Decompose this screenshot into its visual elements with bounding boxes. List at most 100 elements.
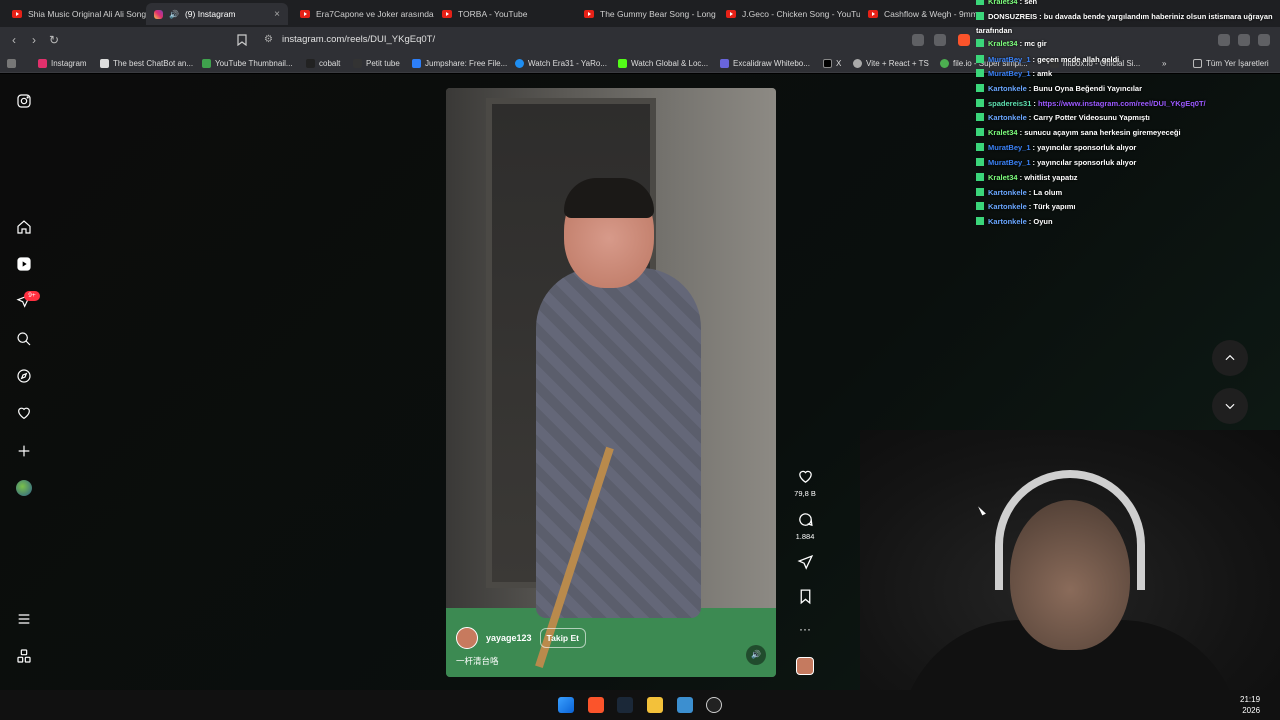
bookmark-youtube-thumbnail[interactable]: YouTube Thumbnail... [202,57,293,69]
more-menu-icon[interactable] [15,610,33,628]
save-button[interactable] [792,588,818,605]
chat-username[interactable]: Kralet34 [988,0,1018,6]
bookmark-page-button[interactable] [234,32,250,48]
previous-reel-button[interactable] [1212,340,1248,376]
reels-icon[interactable] [15,255,33,273]
share-icon[interactable] [934,34,946,46]
bookmark-vite[interactable]: Vite + React + TS [853,57,929,69]
speaker-icon: 🔊 [169,9,179,19]
chat-username[interactable]: Kartonkele [988,188,1027,197]
chat-username[interactable]: MuratBey_1 [988,143,1031,152]
reel-video[interactable]: yayage123 Takip Et 一杆清台咯 🔊 [446,88,776,677]
chat-text: yayıncılar sponsorluk alıyor [1037,143,1137,152]
back-button[interactable]: ‹ [6,32,22,48]
author-avatar[interactable] [456,627,478,649]
chat-username[interactable]: Kralet34 [988,39,1018,48]
bookmark-cobalt[interactable]: cobalt [306,57,340,69]
chat-link[interactable]: https://www.instagram.com/reel/DUI_YKgEq… [1038,99,1206,108]
cast-icon[interactable] [912,34,924,46]
clock-time: 21:19 [1240,695,1261,704]
video-subject [536,178,706,618]
home-icon[interactable] [15,218,33,236]
chat-badge-icon [976,0,984,5]
bookmark-petit-tube[interactable]: Petit tube [353,57,400,69]
chat-message: Kralet34: sen [976,0,1276,9]
chat-message: MuratBey_1: geçen mcde allah geldi [976,52,1276,67]
tab-instagram[interactable]: 🔊 (9) Instagram × [146,3,288,25]
brave-shields-icon[interactable] [958,34,970,46]
like-button[interactable]: 79,8 B [792,468,818,498]
chat-text: La olum [1033,188,1063,197]
reload-button[interactable]: ↻ [46,32,62,48]
bookmark-excalidraw[interactable]: Excalidraw Whitebo... [720,57,810,69]
profile-avatar[interactable] [16,480,32,496]
chat-username[interactable]: MuratBey_1 [988,69,1031,78]
headphones [995,470,1145,590]
next-reel-button[interactable] [1212,388,1248,424]
chat-badge-icon [976,113,984,121]
close-tab-icon[interactable]: × [274,9,280,20]
youtube-icon [726,10,736,18]
chat-username[interactable]: MuratBey_1 [988,158,1031,167]
chat-badge-icon [976,158,984,166]
share-button[interactable] [792,554,818,571]
tab-youtube-6[interactable]: Cashflow & Wegh - 9mm (C [860,3,980,25]
chat-username[interactable]: spadereis31 [988,99,1031,108]
control-panel-icon[interactable] [677,697,693,713]
tab-youtube-4[interactable]: The Gummy Bear Song - Long [576,3,718,25]
obs-icon[interactable] [706,697,722,713]
chat-username[interactable]: Kartonkele [988,202,1027,211]
tab-youtube-3[interactable]: TORBA - YouTube [434,3,576,25]
system-clock[interactable]: 21:19 2026 [1240,694,1260,716]
chat-badge-icon [976,143,984,151]
chat-username[interactable]: DONSUZREIS [988,12,1037,21]
tab-youtube-1[interactable]: Shia Music Original Ali Ali Song [4,3,146,25]
chat-username[interactable]: Kartonkele [988,217,1027,226]
follow-button[interactable]: Takip Et [539,628,586,648]
site-settings-icon[interactable]: ⚙ [264,30,273,50]
file-explorer-icon[interactable] [647,697,663,713]
apps-grid-icon[interactable] [7,57,16,69]
more-options-button[interactable]: ··· [792,622,818,636]
bookmark-instagram[interactable]: Instagram [38,57,87,69]
instagram-logo-icon[interactable] [15,92,33,110]
author-username[interactable]: yayage123 [486,633,532,643]
chat-badge-icon [976,12,984,20]
search-icon[interactable] [15,330,33,348]
brave-browser-icon[interactable] [588,697,604,713]
steam-icon[interactable] [617,697,633,713]
chat-username[interactable]: Kralet34 [988,128,1018,137]
notifications-heart-icon[interactable] [15,404,33,422]
create-plus-icon[interactable] [15,442,33,460]
chat-text: mc gir [1024,39,1047,48]
chat-message: MuratBey_1: yayıncılar sponsorluk alıyor [976,140,1276,155]
tab-youtube-2[interactable]: Era7Capone ve Joker arasında [292,3,434,25]
petit-tube-icon [353,58,362,68]
chat-message: DONSUZREIS: bu davada bende yargılandım … [976,9,1276,24]
reel-caption[interactable]: 一杆清台咯 [456,655,499,667]
bookmark-chatbot[interactable]: The best ChatBot an... [100,57,193,69]
start-icon[interactable] [558,697,574,713]
bookmark-jumpshare[interactable]: Jumpshare: Free File... [412,57,507,69]
chat-username[interactable]: MuratBey_1 [988,55,1031,64]
chat-username[interactable]: Kartonkele [988,84,1027,93]
comment-button[interactable]: 1.884 [792,511,818,541]
bookmark-global-local[interactable]: Watch Global & Loc... [618,57,708,69]
audio-thumbnail[interactable] [796,657,814,675]
also-from-meta-icon[interactable] [15,647,33,665]
chat-username[interactable]: Kralet34 [988,173,1018,182]
like-count: 79,8 B [794,489,816,498]
mute-toggle-icon[interactable]: 🔊 [746,645,766,665]
explore-icon[interactable] [15,367,33,385]
forward-button[interactable]: › [26,32,42,48]
bookmark-x[interactable]: X [823,57,841,69]
bookmark-era31[interactable]: Watch Era31 - YaRo... [515,57,607,69]
chat-text: Carry Potter Videosunu Yapmıştı [1033,113,1150,122]
tab-label: Shia Music Original Ali Ali Song [28,9,146,19]
address-bar[interactable]: ⚙ instagram.com/reels/DUI_YKgEq0T/ [256,30,976,50]
comment-count: 1.884 [795,532,815,541]
tab-youtube-5[interactable]: J.Geco - Chicken Song - YouTube [718,3,860,25]
chat-username[interactable]: Kartonkele [988,113,1027,122]
chat-text: Türk yapımı [1033,202,1076,211]
jumpshare-icon [412,58,421,68]
